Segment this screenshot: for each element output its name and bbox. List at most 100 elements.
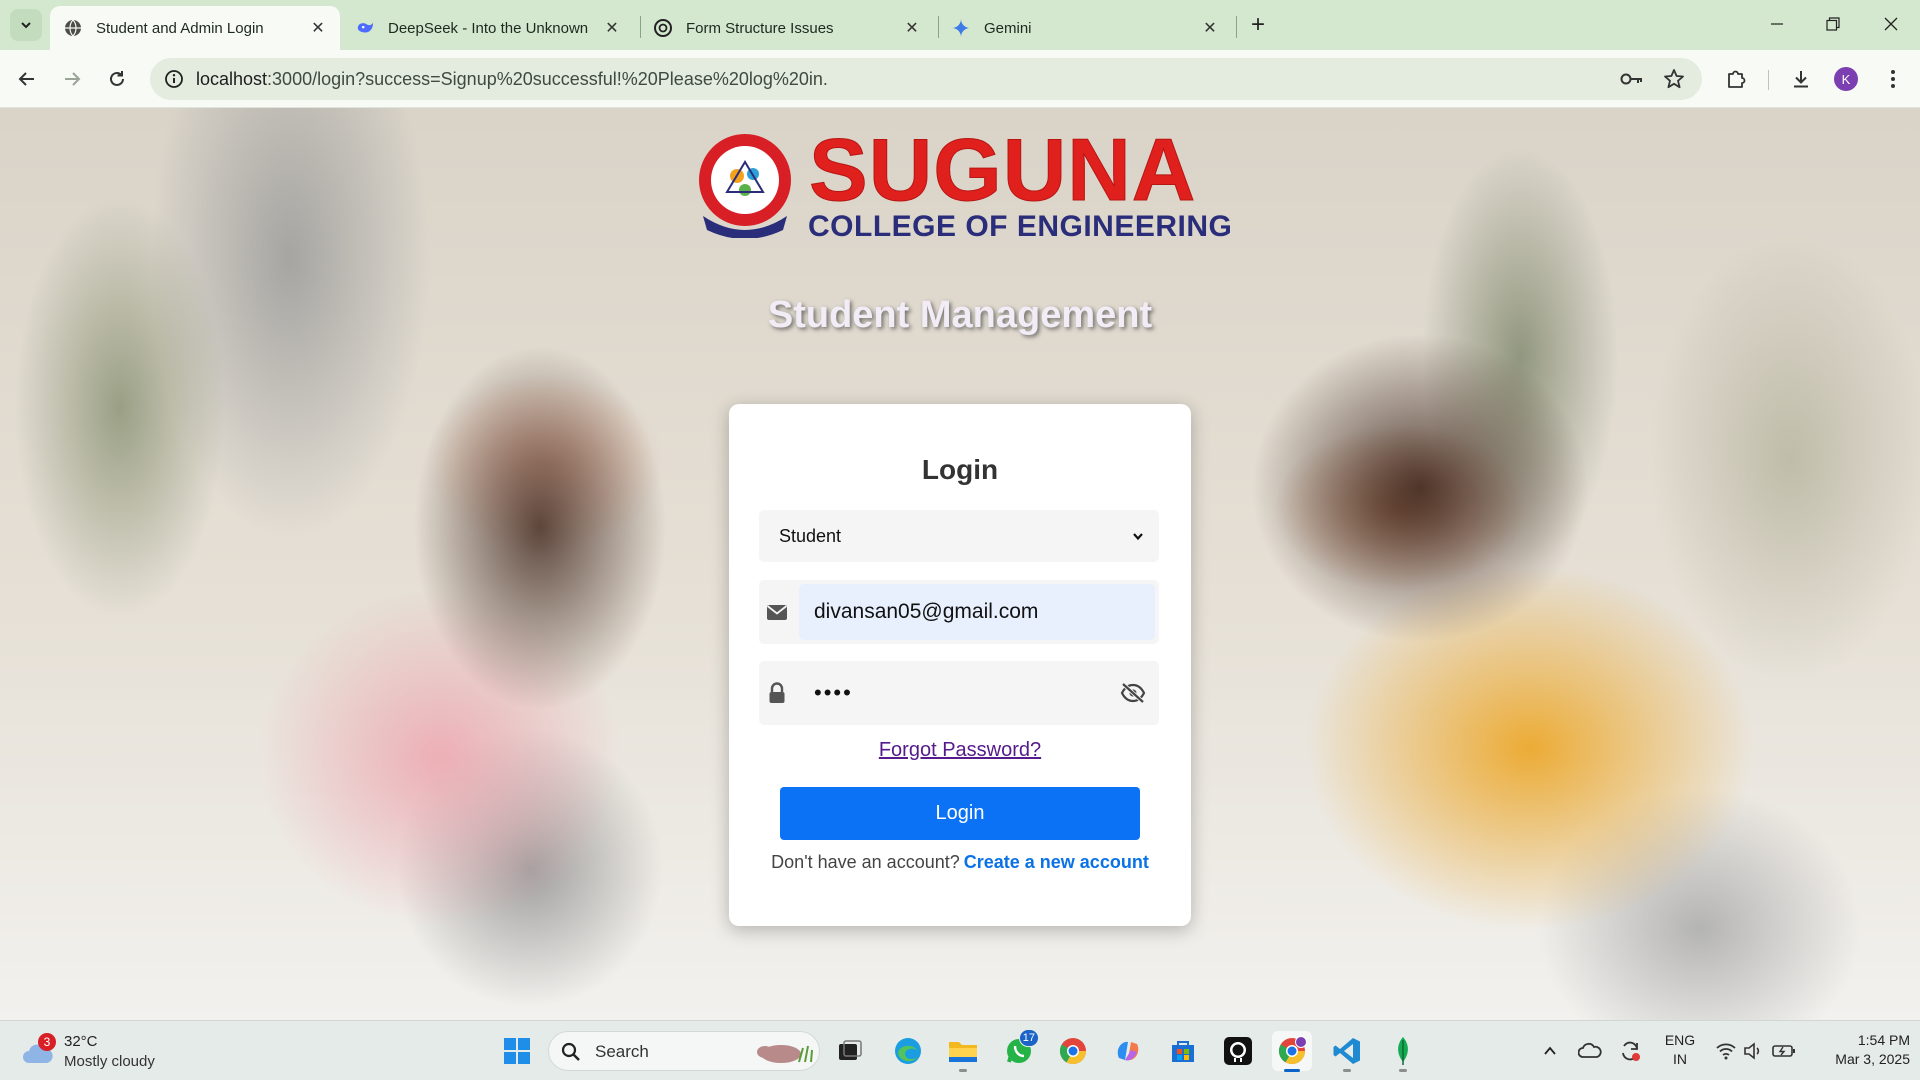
taskbar-file-explorer[interactable] <box>943 1031 983 1072</box>
eye-slash-icon[interactable] <box>1119 681 1147 705</box>
lock-icon <box>762 679 792 707</box>
close-icon[interactable]: ✕ <box>602 18 622 38</box>
minimize-button[interactable] <box>1754 8 1800 40</box>
site-info-icon[interactable] <box>162 67 186 91</box>
login-button[interactable]: Login <box>780 787 1140 840</box>
onedrive-tray-icon[interactable] <box>1578 1039 1602 1063</box>
volume-icon[interactable] <box>1742 1039 1766 1063</box>
password-key-icon[interactable] <box>1620 67 1644 91</box>
signup-prompt: Don't have an account? Create a new accou… <box>729 852 1191 873</box>
downloads-button[interactable] <box>1784 62 1818 96</box>
tab-separator <box>1236 16 1237 38</box>
close-icon[interactable]: ✕ <box>1200 18 1220 38</box>
tab-search-button[interactable] <box>10 9 42 41</box>
taskbar-search[interactable]: Search <box>548 1031 820 1071</box>
login-page: SUGUNA COLLEGE OF ENGINEERING Student Ma… <box>0 108 1920 1020</box>
weather-temperature: 32°C <box>64 1033 98 1050</box>
envelope-icon <box>762 598 792 626</box>
edge-icon <box>895 1038 921 1064</box>
input-language-indicator[interactable]: ENG IN <box>1662 1031 1698 1069</box>
chevron-up-icon <box>1544 1046 1556 1055</box>
back-button[interactable] <box>10 62 44 96</box>
forward-button[interactable] <box>55 62 89 96</box>
new-tab-button[interactable]: + <box>1244 11 1272 39</box>
taskbar-whatsapp[interactable]: 17 <box>999 1029 1039 1071</box>
restore-icon <box>1826 17 1840 31</box>
battery-icon[interactable] <box>1772 1039 1796 1063</box>
mongodb-leaf-icon <box>1398 1037 1408 1065</box>
restore-button[interactable] <box>1810 8 1856 40</box>
reload-button[interactable] <box>100 62 134 96</box>
tab-student-login[interactable]: Student and Admin Login ✕ <box>50 6 340 50</box>
tab-strip: Student and Admin Login ✕ DeepSeek - Int… <box>0 0 1920 50</box>
arrow-left-icon <box>18 72 34 86</box>
college-subtitle: COLLEGE OF ENGINEERING <box>808 210 1233 243</box>
bookmark-star-icon[interactable] <box>1662 67 1686 91</box>
taskbar-edge[interactable] <box>888 1031 928 1071</box>
active-indicator <box>1284 1069 1300 1072</box>
chrome-icon <box>1059 1038 1087 1065</box>
no-account-text: Don't have an account? <box>771 852 960 872</box>
taskbar-github[interactable] <box>1218 1031 1258 1071</box>
puzzle-icon <box>1728 70 1746 88</box>
vscode-icon <box>1333 1038 1360 1064</box>
taskbar-mongodb[interactable] <box>1383 1031 1423 1072</box>
tab-title: Form Structure Issues <box>686 19 834 37</box>
start-button[interactable] <box>497 1031 537 1071</box>
chevron-down-icon <box>21 22 31 29</box>
tab-gemini[interactable]: Gemini ✕ <box>938 6 1232 50</box>
close-icon[interactable]: ✕ <box>308 18 328 38</box>
close-icon <box>1884 17 1898 31</box>
clock-time: 1:54 PM <box>1857 1032 1910 1048</box>
address-bar[interactable]: localhost:3000/login?success=Signup%20su… <box>150 58 1702 100</box>
browser-menu-button[interactable] <box>1876 62 1910 96</box>
weather-widget[interactable]: 3 32°C Mostly cloudy <box>20 1029 170 1073</box>
tab-deepseek[interactable]: DeepSeek - Into the Unknown ✕ <box>342 6 634 50</box>
lang-region: IN <box>1673 1051 1687 1067</box>
weather-condition: Mostly cloudy <box>64 1053 155 1070</box>
system-clock[interactable]: 1:54 PM Mar 3, 2025 <box>1808 1031 1910 1069</box>
college-logo: SUGUNA COLLEGE OF ENGINEERING <box>697 125 1232 244</box>
taskbar-task-view[interactable] <box>830 1031 870 1071</box>
close-icon[interactable]: ✕ <box>902 18 922 38</box>
download-icon <box>1794 71 1808 88</box>
taskbar-chrome[interactable] <box>1053 1031 1093 1071</box>
store-bag-icon <box>1172 1041 1194 1062</box>
running-indicator <box>1343 1069 1351 1072</box>
lang-code: ENG <box>1664 1032 1696 1048</box>
running-indicator <box>1399 1069 1407 1072</box>
hippo-illustration-icon <box>757 1045 813 1063</box>
task-view-icon <box>839 1040 862 1060</box>
tab-form-structure[interactable]: Form Structure Issues ✕ <box>640 6 934 50</box>
create-account-link[interactable]: Create a new account <box>964 852 1149 872</box>
url-text[interactable]: localhost:3000/login?success=Signup%20su… <box>196 69 828 90</box>
clock-date: Mar 3, 2025 <box>1835 1051 1910 1067</box>
taskbar-chrome-profile[interactable] <box>1272 1031 1312 1072</box>
whatsapp-unread-badge: 17 <box>1018 1029 1039 1047</box>
github-icon <box>1224 1037 1252 1065</box>
close-window-button[interactable] <box>1868 8 1914 40</box>
search-icon <box>561 1042 580 1061</box>
taskbar-vscode[interactable] <box>1327 1031 1367 1072</box>
wifi-icon[interactable] <box>1714 1039 1738 1063</box>
chrome-profile-icon <box>1278 1036 1307 1065</box>
kebab-menu-icon <box>1891 70 1895 88</box>
college-name: SUGUNA <box>808 120 1197 219</box>
password-input[interactable]: •••• <box>799 665 1155 721</box>
browser-toolbar: localhost:3000/login?success=Signup%20su… <box>0 50 1920 108</box>
forgot-password-link[interactable]: Forgot Password? <box>729 739 1191 762</box>
email-input[interactable]: divansan05@gmail.com <box>799 584 1155 640</box>
login-card: Login Student divansan05@gmail.com •••• … <box>729 404 1191 926</box>
profile-avatar[interactable]: K <box>1834 67 1858 91</box>
taskbar-copilot[interactable] <box>1108 1031 1148 1071</box>
tab-title: Student and Admin Login <box>96 19 264 37</box>
globe-icon <box>64 19 82 37</box>
taskbar-ms-store[interactable] <box>1163 1031 1203 1071</box>
sync-tray-icon[interactable] <box>1618 1039 1642 1063</box>
url-path: :3000/login?success=Signup%20successful!… <box>267 69 828 89</box>
extensions-button[interactable] <box>1719 62 1753 96</box>
login-title: Login <box>921 454 999 485</box>
role-select[interactable]: Student <box>759 510 1159 562</box>
show-hidden-icons-button[interactable] <box>1538 1039 1562 1063</box>
folder-icon <box>949 1042 977 1062</box>
